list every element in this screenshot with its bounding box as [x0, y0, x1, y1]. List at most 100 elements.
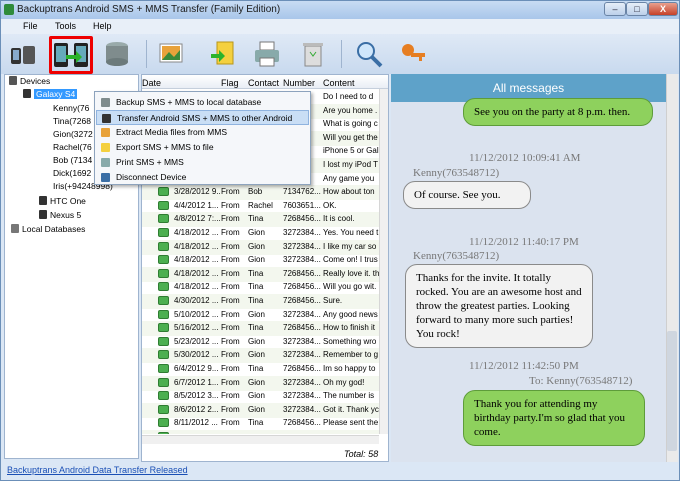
- cell-number: 7603651...: [283, 200, 321, 210]
- message-bubble-sent: Thank you for attending my birthday part…: [463, 390, 645, 446]
- menu-bar: File Tools Help: [1, 19, 679, 34]
- menu-help[interactable]: Help: [93, 21, 112, 31]
- print-icon: [101, 158, 110, 167]
- disconnect-icon: [101, 173, 110, 182]
- devices-db-icon[interactable]: [7, 38, 39, 70]
- tree-device-htc[interactable]: HTC One: [39, 196, 86, 208]
- cell-flag: From: [221, 418, 240, 428]
- cell-flag: From: [221, 214, 240, 224]
- cell-date: 8/5/2012 3...: [174, 391, 219, 401]
- trash-icon[interactable]: [297, 38, 329, 70]
- ctx-label: Export SMS + MMS to file: [116, 142, 214, 152]
- ctx-transfer[interactable]: Transfer Android SMS + MMS to other Andr…: [96, 110, 309, 125]
- sms-icon: [158, 228, 169, 237]
- sms-icon: [158, 296, 169, 305]
- cell-contact: Tina: [248, 296, 264, 305]
- cell-number: 3272384...: [283, 377, 321, 387]
- backup-database-icon[interactable]: [101, 38, 133, 70]
- menu-tools[interactable]: Tools: [55, 21, 76, 31]
- sms-icon: [158, 404, 169, 414]
- close-button[interactable]: X: [648, 2, 678, 16]
- tree-contact[interactable]: Bob (7134: [53, 155, 92, 167]
- cell-content: Got it. Thank yc: [323, 404, 379, 414]
- cell-date: 4/4/2012 1...: [174, 200, 219, 210]
- toolbar: [1, 34, 679, 74]
- tree-device-galaxy[interactable]: Galaxy S4: [23, 89, 78, 101]
- database-icon: [11, 224, 19, 233]
- tree-device-nexus[interactable]: Nexus 5: [39, 210, 81, 222]
- cell-date: 8/11/2012 ...: [174, 418, 218, 428]
- cell-contact: Gion: [248, 255, 265, 265]
- search-icon[interactable]: [353, 38, 385, 70]
- cell-date: 5/16/2012 ...: [174, 323, 219, 333]
- tree-local-databases[interactable]: Local Databases: [11, 224, 85, 236]
- message-bubble-sent: See you on the party at 8 p.m. then.: [463, 98, 653, 126]
- title-bar: Backuptrans Android SMS + MMS Transfer (…: [1, 1, 679, 19]
- grid-horizontal-scrollbar[interactable]: [142, 435, 379, 444]
- message-sender: Kenny(763548712): [413, 250, 500, 262]
- tree-contact[interactable]: Tina(7268: [53, 116, 91, 128]
- transfer-icon: [102, 114, 111, 123]
- contact-label: Rachel(76: [53, 142, 92, 152]
- cell-content: Do I need to d: [323, 92, 374, 101]
- col-flag[interactable]: Flag: [221, 78, 239, 88]
- cell-flag: From: [221, 391, 240, 401]
- sms-icon: [158, 418, 169, 428]
- ctx-backup[interactable]: Backup SMS + MMS to local database: [96, 95, 309, 110]
- cell-date: 5/30/2012 ...: [174, 350, 219, 360]
- cell-content: Yes. You need t.: [323, 228, 381, 237]
- status-bar: Backuptrans Android Data Transfer Releas…: [1, 462, 679, 480]
- col-date[interactable]: Date: [142, 78, 161, 88]
- grid-vertical-scrollbar[interactable]: [379, 89, 388, 434]
- print-icon[interactable]: [251, 38, 283, 70]
- photos-icon[interactable]: [156, 38, 188, 70]
- sms-icon: [158, 200, 169, 210]
- minimize-button[interactable]: –: [604, 2, 626, 16]
- cell-flag: From: [221, 364, 240, 373]
- messages-scroll-thumb[interactable]: [667, 331, 677, 451]
- backup-icon: [101, 98, 110, 107]
- device-context-menu: Backup SMS + MMS to local database Trans…: [94, 91, 311, 185]
- transfer-button[interactable]: [49, 36, 93, 74]
- tree-contact[interactable]: Gion(3272: [53, 129, 93, 141]
- sms-icon: [158, 323, 169, 333]
- menu-file[interactable]: File: [23, 21, 38, 31]
- tree-devices-root[interactable]: Devices: [9, 76, 50, 88]
- cell-flag: From: [221, 377, 240, 387]
- sms-icon: [158, 187, 169, 197]
- cell-contact: Gion: [248, 241, 265, 251]
- table-row[interactable]: [142, 430, 382, 434]
- cell-content: iPhone 5 or Gal: [323, 146, 379, 156]
- app-icon: [4, 4, 14, 15]
- news-link[interactable]: Backuptrans Android Data Transfer Releas…: [7, 465, 188, 475]
- ctx-disconnect[interactable]: Disconnect Device: [96, 170, 309, 185]
- col-content[interactable]: Content: [323, 78, 355, 88]
- cell-date: 8/6/2012 2...: [174, 404, 219, 414]
- export-file-icon[interactable]: [207, 38, 239, 70]
- cell-flag: From: [221, 200, 240, 210]
- message-sender: Kenny(763548712): [413, 167, 500, 179]
- cell-number: 3272384...: [283, 336, 321, 346]
- tree-contact[interactable]: Kenny(76: [53, 103, 89, 115]
- ctx-print[interactable]: Print SMS + MMS: [96, 155, 309, 170]
- ctx-export[interactable]: Export SMS + MMS to file: [96, 140, 309, 155]
- cell-number: 3272384...: [283, 404, 321, 414]
- cell-content: Please sent the: [323, 418, 379, 428]
- cell-content: Sure.: [323, 296, 343, 305]
- ctx-extract-media[interactable]: Extract Media files from MMS: [96, 125, 309, 140]
- col-number[interactable]: Number: [283, 78, 315, 88]
- cell-number: 3272384...: [283, 228, 321, 237]
- cell-content: Something wro: [323, 336, 377, 346]
- keys-icon[interactable]: [397, 38, 429, 70]
- cell-number: 3272384...: [283, 241, 321, 251]
- tree-contact[interactable]: Dick(1692: [53, 168, 91, 180]
- window-title: Backuptrans Android SMS + MMS Transfer (…: [17, 4, 281, 15]
- maximize-button[interactable]: □: [626, 2, 648, 16]
- tree-label: HTC One: [50, 196, 86, 206]
- col-contact[interactable]: Contact: [248, 78, 279, 88]
- message-bubble-received: Thanks for the invite. It totally rocked…: [405, 264, 593, 348]
- cell-content: Any game you: [323, 173, 375, 183]
- phone-icon: [39, 210, 47, 219]
- tree-contact[interactable]: Rachel(76: [53, 142, 92, 154]
- cell-contact: Tina: [248, 282, 264, 292]
